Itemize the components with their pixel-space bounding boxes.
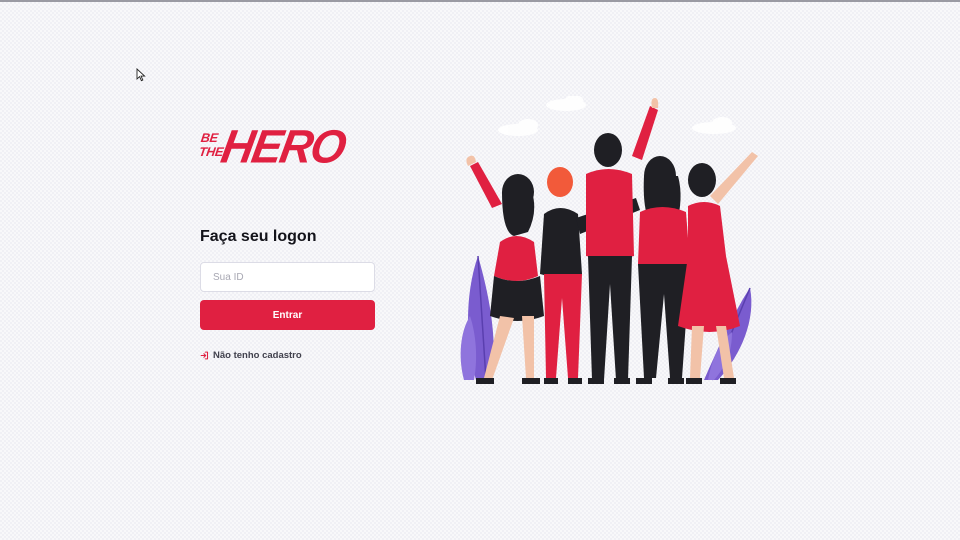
be-the-hero-logo: BE THE HERO: [198, 120, 349, 178]
register-label: Não tenho cadastro: [213, 350, 302, 361]
logon-container: BE THE HERO Faça seu logon Entrar Não te…: [198, 96, 760, 394]
form-title: Faça seu logon: [200, 228, 317, 245]
id-input[interactable]: [200, 262, 375, 292]
register-link[interactable]: Não tenho cadastro: [200, 350, 302, 361]
logo-text-hero: HERO: [217, 119, 349, 173]
log-in-icon: [200, 351, 209, 360]
heroes-group-illustration: [460, 96, 758, 384]
enter-button[interactable]: Entrar: [200, 300, 375, 330]
mouse-cursor-icon: [136, 68, 146, 82]
window-top-border: [0, 0, 960, 2]
